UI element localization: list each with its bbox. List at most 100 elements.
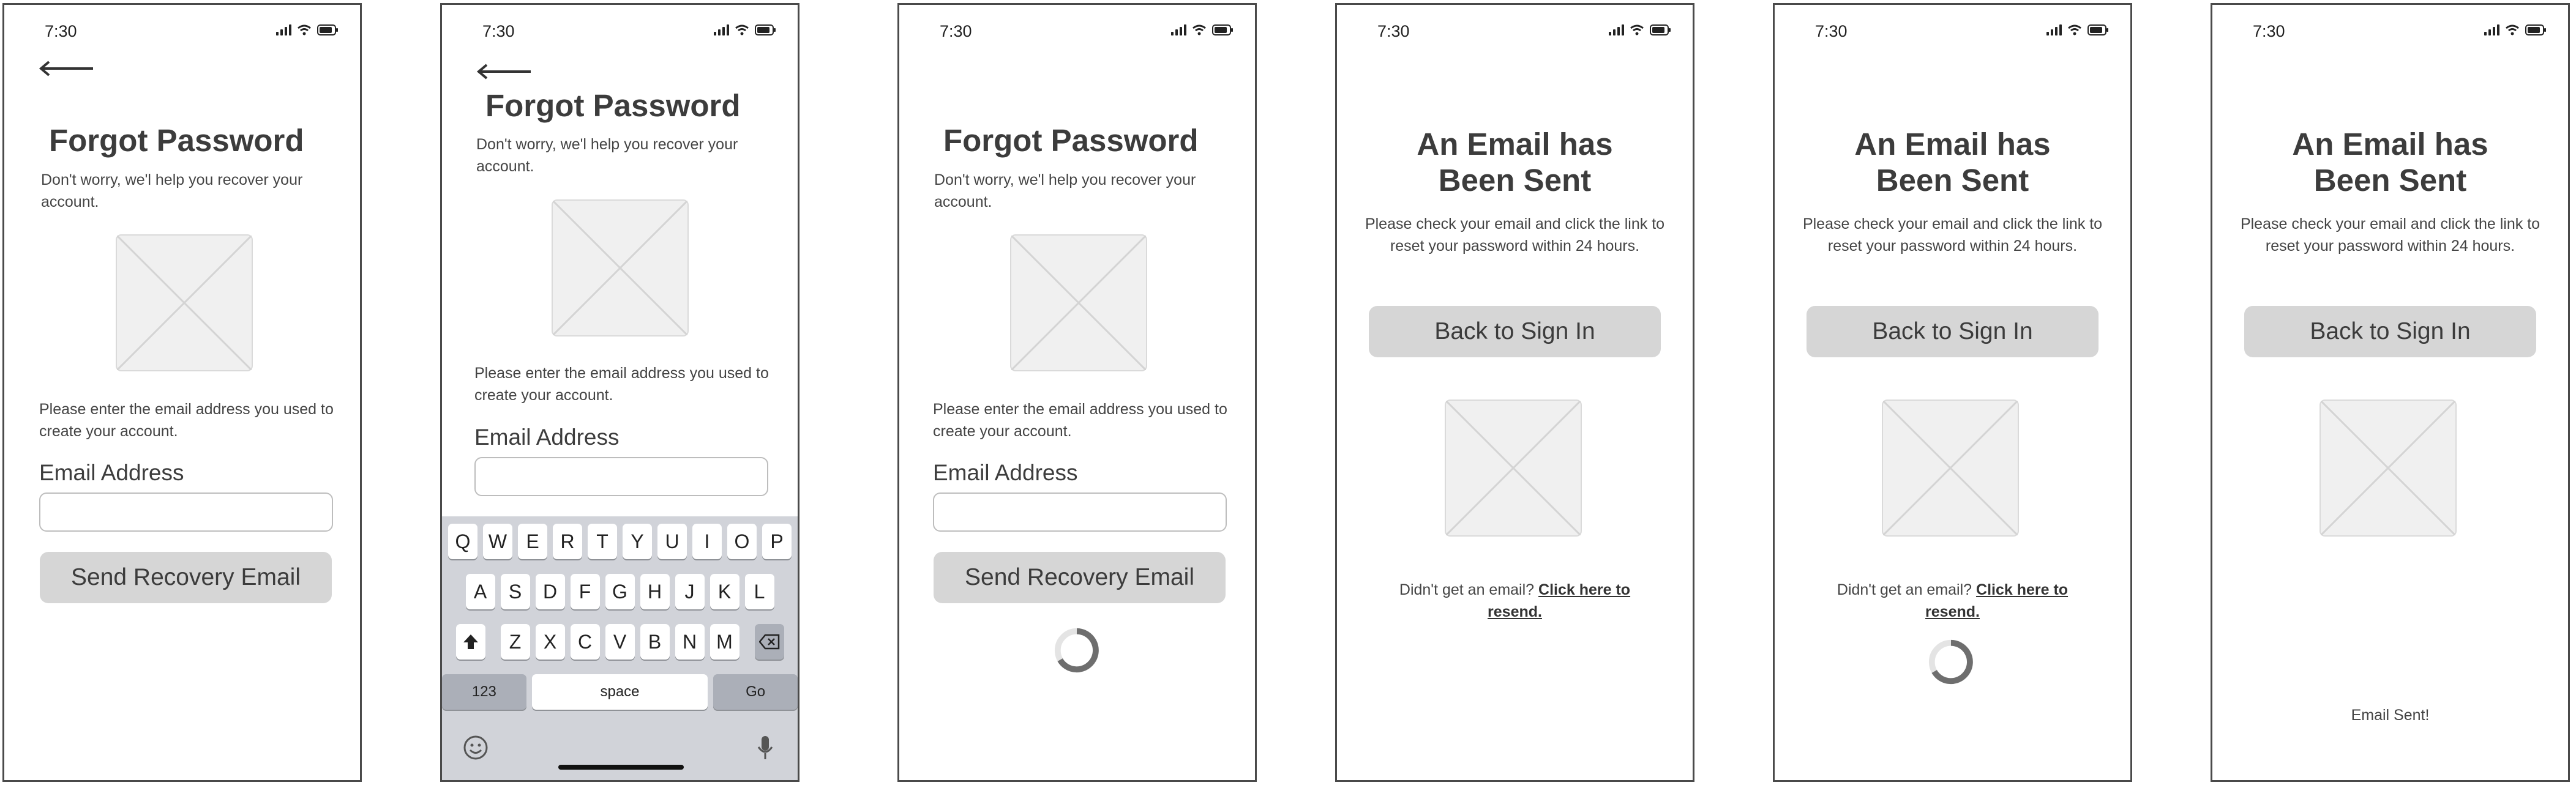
delete-key[interactable]: [754, 624, 784, 660]
status-time: 7:30: [1377, 22, 1410, 40]
image-placeholder: [1882, 400, 2019, 537]
image-placeholder-icon: [116, 234, 253, 371]
send-recovery-button[interactable]: Send Recovery Email: [934, 552, 1226, 603]
screen-email-sent: 7:30 An Email has Been Sent Please check…: [1335, 3, 1694, 782]
status-icons: [2046, 24, 2110, 35]
image-placeholder-icon: [1010, 234, 1147, 371]
screen-forgot-password-loading: 7:30 Forgot Password Don't worry, we'l h…: [897, 3, 1257, 782]
key-r[interactable]: R: [553, 524, 582, 559]
email-field[interactable]: [39, 492, 333, 532]
status-time: 7:30: [2253, 22, 2285, 40]
status-icons: [1609, 24, 1672, 35]
key-u[interactable]: U: [657, 524, 687, 559]
key-j[interactable]: J: [675, 574, 705, 609]
loading-spinner-icon: [1054, 628, 1099, 673]
image-placeholder-icon: [1882, 400, 2019, 537]
email-label: Email Address: [933, 460, 1078, 485]
keyboard-row-1: Q W E R T Y U I O P: [442, 524, 798, 559]
microphone-icon[interactable]: [756, 735, 774, 762]
status-time: 7:30: [1815, 22, 1848, 40]
page-title: Forgot Password: [943, 123, 1199, 158]
email-field[interactable]: [474, 457, 768, 496]
keyboard-row-2: A S D F G H J K L: [442, 574, 798, 609]
key-o[interactable]: O: [727, 524, 757, 559]
image-placeholder-icon: [552, 199, 689, 336]
page-subtitle: Don't worry, we'l help you recover your …: [476, 136, 738, 175]
status-icons: [2484, 24, 2547, 35]
key-c[interactable]: C: [570, 624, 600, 660]
key-m[interactable]: M: [710, 624, 739, 660]
key-e[interactable]: E: [518, 524, 547, 559]
shift-icon: [463, 634, 478, 649]
page-title: Forgot Password: [485, 88, 741, 123]
back-to-sign-in-button[interactable]: Back to Sign In: [1807, 306, 2099, 357]
email-field[interactable]: [933, 492, 1227, 532]
status-bar: 7:30: [899, 22, 1255, 44]
keyboard-row-3: Z X C V B N M: [442, 624, 798, 660]
page-title: An Email has Been Sent: [1854, 127, 2051, 198]
key-t[interactable]: T: [588, 524, 617, 559]
email-sent-confirmation: Email Sent!: [2351, 707, 2430, 724]
page-subtitle: Don't worry, we'l help you recover your …: [41, 171, 303, 210]
key-g[interactable]: G: [605, 574, 635, 609]
page-title: An Email has Been Sent: [2292, 127, 2488, 198]
screen-email-resend-loading: 7:30 An Email has Been Sent Please check…: [1773, 3, 2132, 782]
status-bar: 7:30: [2212, 22, 2568, 44]
key-v[interactable]: V: [605, 624, 635, 660]
send-recovery-button[interactable]: Send Recovery Email: [40, 552, 332, 603]
image-placeholder-icon: [1445, 400, 1582, 537]
status-bar: 7:30: [1337, 22, 1693, 44]
key-s[interactable]: S: [500, 574, 530, 609]
key-i[interactable]: I: [692, 524, 722, 559]
key-x[interactable]: X: [535, 624, 565, 660]
instructions-text: Please enter the email address you used …: [39, 401, 334, 440]
key-a[interactable]: A: [465, 574, 495, 609]
cellular-signal-icon: [1171, 24, 1186, 35]
sent-message: Please check your email and click the li…: [1365, 215, 1665, 255]
status-bar: 7:30: [442, 22, 798, 44]
image-placeholder: [116, 234, 253, 371]
key-l[interactable]: L: [744, 574, 774, 609]
back-to-sign-in-button[interactable]: Back to Sign In: [2244, 306, 2536, 357]
keyboard-row-4: 123 space Go: [442, 674, 798, 710]
cellular-signal-icon: [276, 24, 291, 35]
status-bar: 7:30: [1775, 22, 2130, 44]
screen-email-sent-confirmation: 7:30 An Email has Been Sent Please check…: [2211, 3, 2570, 782]
image-placeholder: [1010, 234, 1147, 371]
wifi-icon: [1630, 24, 1644, 35]
image-placeholder-icon: [2320, 400, 2457, 537]
key-f[interactable]: F: [570, 574, 600, 609]
image-placeholder: [1445, 400, 1582, 537]
instructions-text: Please enter the email address you used …: [474, 365, 769, 404]
arrow-left-icon[interactable]: [38, 60, 94, 77]
shift-key[interactable]: [455, 624, 485, 660]
numbers-key[interactable]: 123: [442, 674, 526, 710]
status-icons: [714, 24, 777, 35]
key-b[interactable]: B: [640, 624, 670, 660]
key-d[interactable]: D: [535, 574, 565, 609]
arrow-left-icon[interactable]: [476, 63, 532, 80]
loading-spinner-icon: [1928, 639, 1974, 685]
wifi-icon: [735, 24, 749, 35]
sent-message: Please check your email and click the li…: [2240, 215, 2540, 255]
go-key[interactable]: Go: [713, 674, 798, 710]
status-time: 7:30: [940, 22, 972, 40]
battery-icon: [317, 24, 338, 35]
resend-prompt: Didn't get an email? Click here to resen…: [1811, 579, 2094, 623]
image-placeholder: [552, 199, 689, 336]
key-n[interactable]: N: [675, 624, 705, 660]
resend-prompt: Didn't get an email? Click here to resen…: [1374, 579, 1656, 623]
battery-icon: [1212, 24, 1233, 35]
key-p[interactable]: P: [762, 524, 792, 559]
key-h[interactable]: H: [640, 574, 670, 609]
screen-forgot-password-keyboard: 7:30 Forgot Password Don't worry, we'l h…: [440, 3, 799, 782]
space-key[interactable]: space: [531, 674, 708, 710]
back-to-sign-in-button[interactable]: Back to Sign In: [1369, 306, 1661, 357]
key-k[interactable]: K: [710, 574, 739, 609]
key-q[interactable]: Q: [448, 524, 477, 559]
emoji-icon[interactable]: [463, 735, 489, 760]
key-z[interactable]: Z: [500, 624, 530, 660]
key-w[interactable]: W: [483, 524, 512, 559]
key-y[interactable]: Y: [623, 524, 652, 559]
cellular-signal-icon: [1609, 24, 1624, 35]
